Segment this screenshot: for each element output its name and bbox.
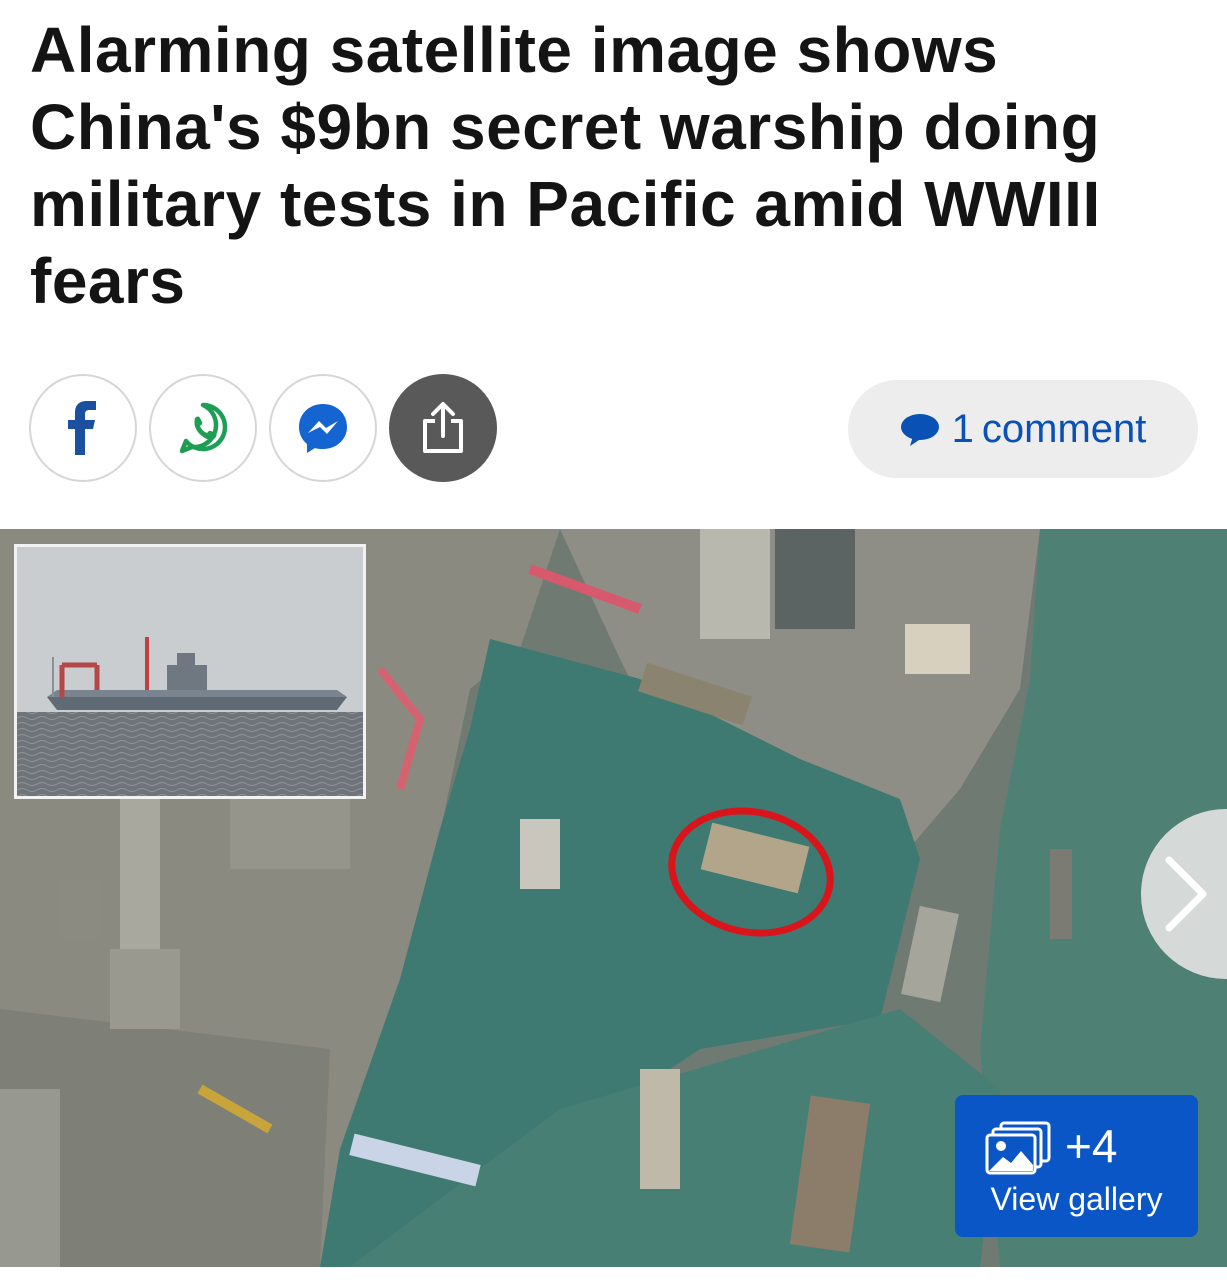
facebook-share-button[interactable] [29,374,137,482]
facebook-icon [68,401,96,455]
speech-bubble-icon [900,414,939,446]
view-gallery-button[interactable]: +4 View gallery [955,1095,1198,1237]
gallery-count: +4 [1065,1120,1118,1172]
chevron-right-icon [1165,856,1207,932]
comments-button[interactable]: 1 comment [848,380,1198,478]
whatsapp-share-button[interactable] [149,374,257,482]
inset-photo [14,544,366,799]
warship-photo [17,547,363,796]
messenger-icon [299,404,347,453]
comment-label: comment [981,406,1147,451]
whatsapp-icon [179,402,228,454]
share-icon [423,402,463,453]
share-button[interactable] [389,374,497,482]
article-headline: Alarming satellite image shows China's $… [30,14,1101,317]
messenger-share-button[interactable] [269,374,377,482]
gallery-icon [985,1121,1051,1175]
article-main-image[interactable]: +4 View gallery [0,529,1227,1267]
gallery-label: View gallery [990,1181,1163,1217]
comment-count: 1 [951,406,974,451]
